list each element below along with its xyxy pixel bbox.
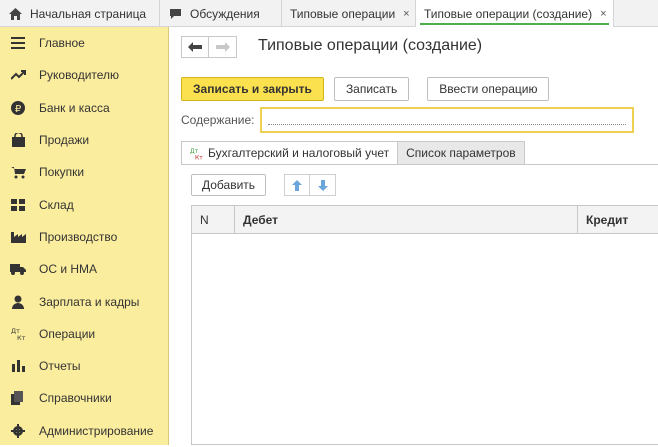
tab-label: Типовые операции (создание) [424,6,593,21]
move-up-button[interactable] [284,174,311,196]
tab-label: Бухгалтерский и налоговый учет [208,146,390,160]
arrow-up-icon [292,179,303,191]
move-buttons [284,174,337,196]
menu-icon [10,35,26,51]
sidebar-item-main[interactable]: Главное [0,27,168,59]
table-header: N Дебет Кредит [192,206,658,234]
entries-table: N Дебет Кредит [191,205,658,445]
tab-parameters[interactable]: Список параметров [398,141,525,165]
column-header-debet[interactable]: Дебет [235,206,578,233]
sidebar-item-label: Склад [39,197,74,212]
close-icon[interactable]: × [403,8,409,20]
nav-buttons [181,36,237,58]
column-header-n[interactable]: N [192,206,235,233]
dt-kt-icon: Дт Кт [190,147,204,160]
tab-typical-operations[interactable]: Типовые операции × [282,0,416,27]
tabs-divider [181,164,658,165]
sidebar-item-warehouse[interactable]: Склад [0,188,168,220]
sidebar-item-label: Справочники [39,391,112,406]
sidebar-item-production[interactable]: Производство [0,221,168,253]
sidebar-item-directories[interactable]: Справочники [0,382,168,414]
sidebar-item-label: Банк и касса [39,100,110,115]
tab-label: Начальная страница [30,6,147,21]
bag-icon [10,132,26,148]
factory-icon [10,229,26,245]
svg-text:₽: ₽ [15,104,22,115]
sidebar-item-fixed-assets[interactable]: ОС и НМА [0,253,168,285]
home-icon [8,7,22,21]
arrow-down-icon [317,179,328,191]
gear-icon [10,423,26,439]
forward-button[interactable] [209,36,237,58]
tab-discussions[interactable]: Обсуждения [160,0,282,27]
sidebar-item-label: Руководителю [39,68,120,83]
tab-home[interactable]: Начальная страница [0,0,160,27]
sidebar-item-administration[interactable]: Администрирование [0,415,168,447]
command-bar: Записать и закрыть Записать Ввести опера… [181,77,557,101]
sidebar-item-label: ОС и НМА [39,262,98,277]
sidebar-item-label: Операции [39,326,96,341]
sidebar-item-salary[interactable]: Зарплата и кадры [0,285,168,317]
bar-chart-icon [10,358,26,374]
form-area: Типовые операции (создание) Записать и з… [170,27,658,445]
sidebar-item-label: Производство [39,229,118,244]
content-field[interactable] [260,107,634,133]
chat-icon [168,7,182,21]
sidebar-item-label: Покупки [39,165,85,180]
save-and-close-button[interactable]: Записать и закрыть [181,77,324,101]
window-tabs: Начальная страница Обсуждения Типовые оп… [0,0,658,27]
close-icon[interactable]: × [600,8,606,20]
arrow-left-icon [188,42,202,52]
arrow-right-icon [215,42,230,52]
truck-icon [10,261,26,277]
sidebar: Главное Руководителю ₽ Банк и касса Прод… [0,27,169,445]
trend-icon [10,67,26,83]
column-header-kredit[interactable]: Кредит [578,206,658,233]
svg-text:Кт: Кт [195,154,203,160]
page-title: Типовые операции (создание) [258,37,483,54]
sidebar-item-label: Продажи [39,133,90,148]
tab-accounting[interactable]: Дт Кт Бухгалтерский и налоговый учет [181,141,399,165]
svg-text:Кт: Кт [17,334,26,341]
warehouse-icon [10,197,26,213]
books-icon [10,390,26,406]
inner-tabs: Дт Кт Бухгалтерский и налоговый учет Спис… [181,141,525,165]
sidebar-item-sales[interactable]: Продажи [0,124,168,156]
sidebar-item-label: Главное [39,36,85,51]
sidebar-item-label: Администрирование [39,423,154,438]
content-label: Содержание: [181,113,255,127]
person-icon [10,294,26,310]
enter-operation-button[interactable]: Ввести операцию [427,77,550,101]
cart-icon [10,164,26,180]
tab-label: Список параметров [406,146,516,160]
sidebar-item-label: Зарплата и кадры [39,294,140,309]
save-button[interactable]: Записать [333,77,410,101]
sidebar-item-label: Отчеты [39,359,81,374]
back-button[interactable] [181,36,209,58]
table-toolbar: Добавить [191,174,337,196]
add-button[interactable]: Добавить [191,174,267,196]
input-underline [268,124,626,125]
sidebar-item-reports[interactable]: Отчеты [0,350,168,382]
tab-typical-operations-create[interactable]: Типовые операции (создание) × [416,0,614,27]
sidebar-item-purchases[interactable]: Покупки [0,156,168,188]
dt-kt-icon: Дт Кт [10,326,26,342]
sidebar-item-bank[interactable]: ₽ Банк и касса [0,92,168,124]
tab-label: Типовые операции [290,6,396,21]
move-down-button[interactable] [310,174,337,196]
ruble-icon: ₽ [10,100,26,116]
sidebar-item-operations[interactable]: Дт Кт Операции [0,318,168,350]
tab-label: Обсуждения [190,6,260,21]
sidebar-item-manager[interactable]: Руководителю [0,59,168,91]
